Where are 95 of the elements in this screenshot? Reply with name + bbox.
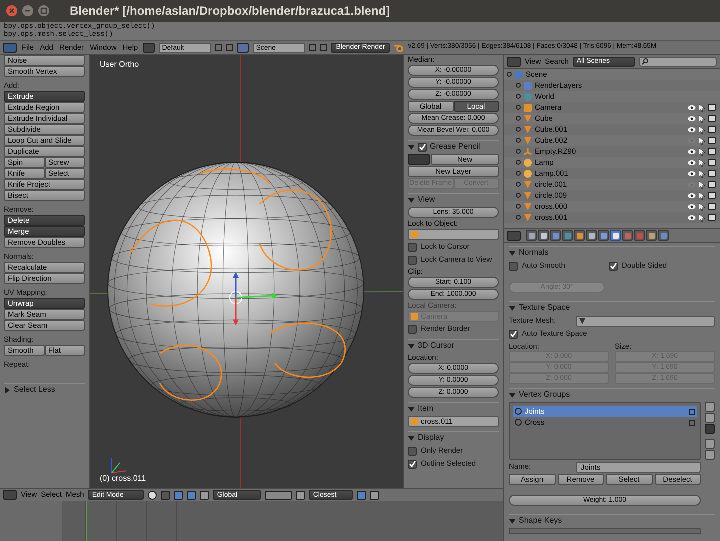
eye-icon[interactable]	[688, 116, 696, 122]
scene-tab[interactable]	[550, 230, 561, 241]
expand-icon	[516, 127, 521, 132]
panel-title: Display	[418, 432, 444, 444]
particles-tab[interactable]	[646, 230, 657, 241]
view-name-label: User Ortho	[100, 59, 140, 71]
checkbox[interactable]	[408, 324, 417, 334]
disclosure-triangle-icon[interactable]	[408, 434, 415, 442]
panel-title: Texture Space	[519, 302, 570, 314]
cube-icon	[411, 231, 418, 238]
checkbox[interactable]	[408, 460, 417, 468]
panel-header[interactable]: Grease Pencil	[408, 140, 499, 153]
info-icon	[3, 42, 17, 52]
expand-icon	[516, 149, 521, 154]
minimize-icon[interactable]	[22, 5, 34, 17]
panel-header[interactable]: Shape Keys	[509, 514, 715, 527]
logo-icon	[394, 42, 404, 52]
physics-tab[interactable]	[658, 230, 669, 241]
panel-title: View	[418, 194, 436, 206]
panel-header[interactable]: Display	[408, 431, 499, 444]
modifiers-tab[interactable]	[598, 230, 609, 241]
checkbox[interactable]	[408, 446, 417, 456]
constraints-tab[interactable]	[586, 230, 597, 241]
disclosure-triangle-icon[interactable]	[509, 304, 516, 312]
shading-icon	[148, 490, 158, 500]
expand-icon	[516, 204, 521, 209]
scene-icon	[515, 70, 523, 78]
disclosure-triangle-icon[interactable]	[408, 196, 415, 204]
expand-icon	[516, 83, 521, 88]
texture-tab[interactable]	[634, 230, 645, 241]
texture-mesh-field[interactable]	[576, 316, 715, 326]
checkbox[interactable]	[509, 330, 518, 338]
world-tab[interactable]	[562, 230, 573, 241]
disclosure-triangle-icon[interactable]	[509, 250, 516, 256]
panel-title: Grease Pencil	[430, 141, 480, 153]
window-title: Blender* [/home/aslan/Dropbox/blender/brazuca1.blend]	[70, 3, 390, 20]
panel-title: Normals	[519, 247, 549, 259]
eye-icon[interactable]	[688, 104, 696, 110]
eye-icon[interactable]	[688, 126, 696, 132]
eye-icon[interactable]	[688, 214, 696, 220]
render-tab[interactable]	[526, 230, 537, 241]
disclosure-triangle-icon[interactable]	[408, 406, 415, 412]
eye-icon[interactable]	[688, 148, 696, 154]
eye-icon[interactable]	[688, 192, 696, 198]
search-icon	[642, 58, 649, 65]
expand-icon	[507, 72, 512, 77]
panel-header[interactable]: Vertex Groups	[509, 388, 715, 401]
maximize-icon[interactable]	[38, 5, 50, 17]
expand-icon	[516, 193, 521, 198]
disclosure-triangle-icon[interactable]	[509, 518, 516, 524]
panel-header[interactable]: Texture Space	[509, 301, 715, 314]
data-tab[interactable]	[610, 230, 621, 241]
expand-icon	[516, 215, 521, 220]
cube-icon	[411, 313, 418, 320]
expand-icon	[516, 116, 521, 121]
disclosure-triangle-icon[interactable]	[408, 342, 415, 350]
3d-viewport[interactable]: User Ortho (0) cross.011	[90, 55, 403, 488]
checkbox[interactable]	[408, 256, 417, 264]
eye-icon[interactable]	[688, 160, 696, 166]
checkbox[interactable]	[509, 262, 518, 270]
expand-icon	[516, 105, 521, 110]
axes-icon	[524, 148, 532, 156]
checkbox[interactable]	[418, 142, 427, 152]
mesh-sphere-drawing[interactable]	[108, 162, 364, 418]
panel-header[interactable]: Item	[408, 402, 499, 415]
eye-icon[interactable]	[688, 170, 696, 176]
active-object-label: (0) cross.011	[100, 473, 146, 485]
panel-header[interactable]: Select Less	[4, 383, 85, 396]
expand-icon	[516, 160, 521, 165]
expand-icon	[516, 171, 521, 176]
disclosure-triangle-icon[interactable]	[408, 144, 415, 150]
expand-icon	[516, 182, 521, 187]
disclosure-triangle-icon[interactable]	[4, 386, 11, 394]
axes-icon	[112, 458, 126, 474]
panel-title: Select Less	[14, 384, 56, 396]
panel-title: Shape Keys	[519, 515, 562, 527]
object-tab[interactable]	[574, 230, 585, 241]
cube-icon	[411, 418, 418, 425]
search-field[interactable]	[638, 56, 717, 66]
eye-icon[interactable]	[688, 204, 696, 210]
panel-title: Item	[418, 403, 434, 415]
layers-tab[interactable]	[538, 230, 549, 241]
panel-title: Vertex Groups	[519, 389, 570, 401]
checkbox[interactable]	[609, 262, 618, 270]
disclosure-triangle-icon[interactable]	[509, 392, 516, 398]
panel-header[interactable]: 3D Cursor	[408, 339, 499, 352]
panel-title: 3D Cursor	[418, 340, 454, 352]
object-field[interactable]	[408, 229, 499, 240]
panel-header[interactable]: View	[408, 193, 499, 206]
globe-icon	[524, 92, 532, 100]
expand-icon	[516, 94, 521, 99]
expand-icon	[516, 138, 521, 143]
scene-icon	[237, 42, 250, 52]
checkbox[interactable]	[408, 242, 417, 252]
panel-header[interactable]: Normals	[509, 246, 715, 259]
